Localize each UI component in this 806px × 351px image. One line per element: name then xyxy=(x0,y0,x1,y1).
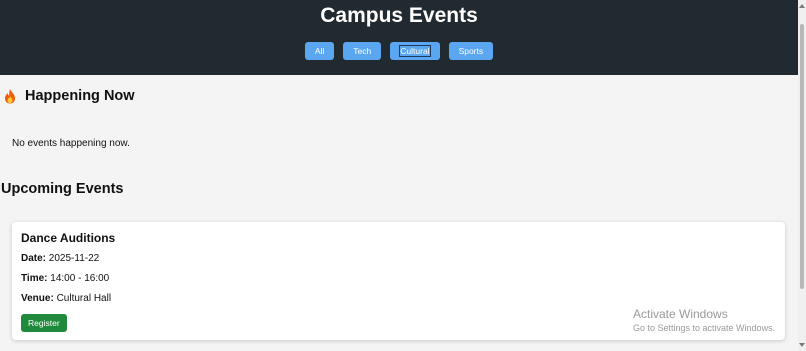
event-venue-label: Venue: xyxy=(21,293,54,304)
activate-windows-watermark: Activate Windows Go to Settings to activ… xyxy=(633,307,775,333)
filter-cultural-button[interactable]: Cultural xyxy=(390,42,440,60)
happening-now-title: Happening Now xyxy=(25,88,135,104)
event-venue-value: Cultural Hall xyxy=(56,293,112,304)
activate-windows-title: Activate Windows xyxy=(633,307,728,321)
header: Campus Events All Tech Cultural Sports xyxy=(0,0,798,75)
register-button[interactable]: Register xyxy=(21,314,67,332)
fire-icon xyxy=(5,89,15,104)
scroll-down-arrow-icon[interactable] xyxy=(799,343,805,347)
activate-windows-subtitle: Go to Settings to activate Windows. xyxy=(633,323,776,333)
event-time: Time: 14:00 - 16:00 xyxy=(21,273,109,284)
event-time-label: Time: xyxy=(21,273,48,284)
event-title: Dance Auditions xyxy=(21,231,116,245)
event-venue: Venue: Cultural Hall xyxy=(21,293,111,304)
event-date-value: 2025-11-22 xyxy=(48,253,100,264)
scroll-up-arrow-icon[interactable] xyxy=(799,4,805,8)
filter-all-button[interactable]: All xyxy=(304,42,335,60)
event-date-label: Date: xyxy=(21,253,47,264)
filter-sports-button[interactable]: Sports xyxy=(448,42,494,60)
event-time-value: 14:00 - 16:00 xyxy=(50,273,110,284)
scrollbar-thumb[interactable] xyxy=(800,24,804,289)
upcoming-events-heading: Upcoming Events xyxy=(1,181,124,197)
filter-tech-button[interactable]: Tech xyxy=(343,42,382,60)
happening-now-heading: Happening Now xyxy=(2,88,135,104)
no-events-message: No events happening now. xyxy=(12,138,130,149)
event-date: Date: 2025-11-22 xyxy=(21,253,99,264)
vertical-scrollbar[interactable] xyxy=(798,0,806,351)
filter-bar: All Tech Cultural Sports xyxy=(0,42,798,60)
page-title: Campus Events xyxy=(320,4,478,27)
